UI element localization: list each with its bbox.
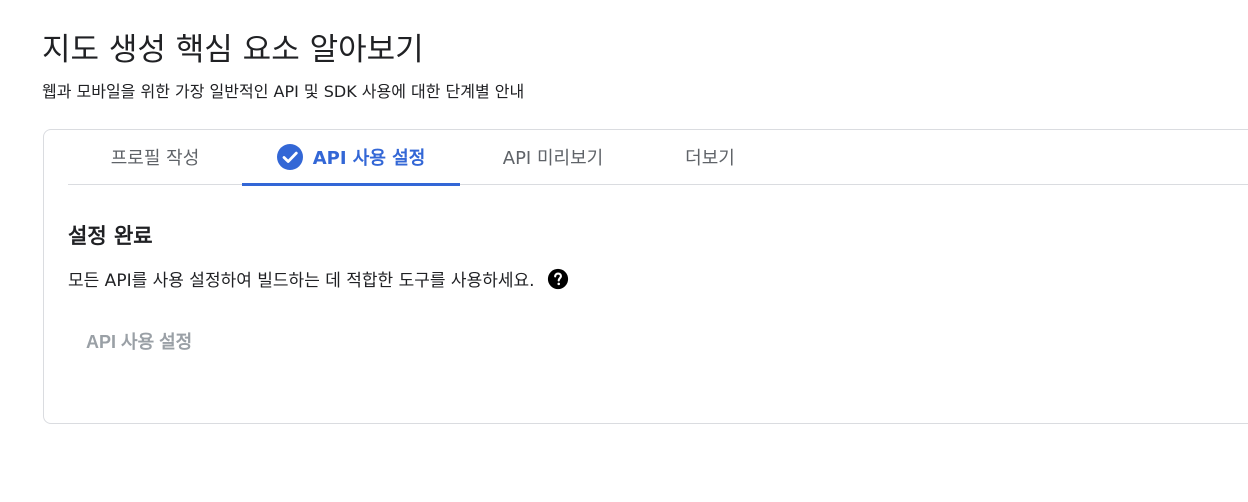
page-title: 지도 생성 핵심 요소 알아보기: [42, 32, 424, 68]
tab-enable-api-label: API 사용 설정: [312, 148, 426, 169]
page: 지도 생성 핵심 요소 알아보기 웹과 모바일을 위한 가장 일반적인 API …: [0, 0, 1248, 502]
tab-enable-api[interactable]: API 사용 설정: [242, 130, 460, 184]
tab-more-label: 더보기: [685, 148, 735, 169]
tab-api-preview-label: API 미리보기: [502, 148, 604, 169]
section-heading: 설정 완료: [68, 224, 153, 248]
tab-more[interactable]: 더보기: [646, 130, 774, 184]
tab-profile[interactable]: 프로필 작성: [68, 130, 242, 184]
section-description-text: 모든 API를 사용 설정하여 빌드하는 데 적합한 도구를 사용하세요.: [68, 271, 535, 291]
active-tab-indicator: [242, 183, 460, 186]
check-circle-icon: [276, 144, 303, 170]
tab-profile-label: 프로필 작성: [110, 148, 200, 169]
tab-api-preview[interactable]: API 미리보기: [460, 130, 646, 184]
page-subtitle: 웹과 모바일을 위한 가장 일반적인 API 및 SDK 사용에 대한 단계별 …: [42, 82, 525, 101]
step-tabs: 프로필 작성 API 사용 설정 API 미리보기 더보기: [68, 130, 1248, 186]
section-description: 모든 API를 사용 설정하여 빌드하는 데 적합한 도구를 사용하세요.: [68, 266, 569, 291]
enable-api-button[interactable]: API 사용 설정: [74, 322, 204, 360]
help-circle-icon[interactable]: [547, 268, 569, 290]
